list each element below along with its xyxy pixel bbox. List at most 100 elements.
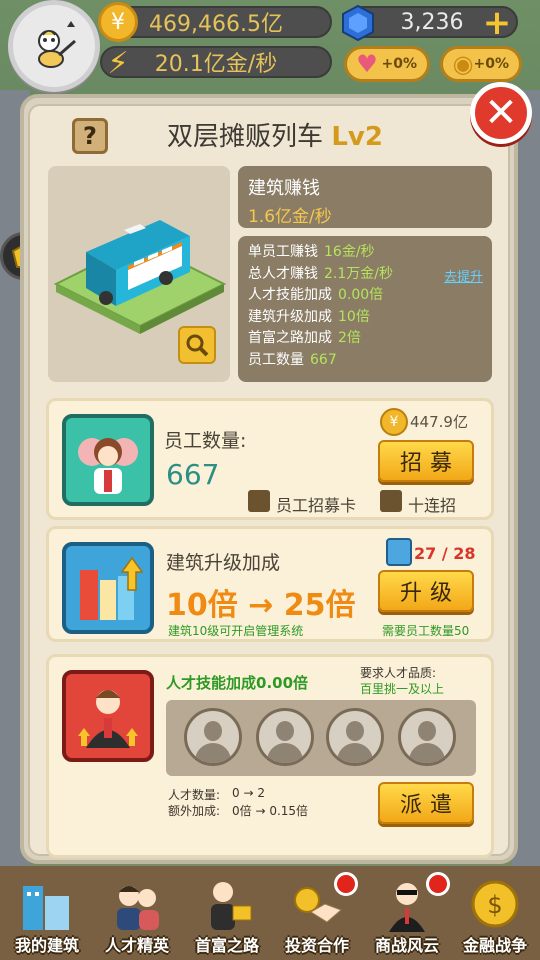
- earnings-value: 1.6亿金/秒: [248, 207, 332, 227]
- road-icon: [190, 874, 264, 934]
- stat-label: 建筑升级加成: [248, 308, 332, 325]
- person-placeholder-icon: [418, 721, 436, 741]
- stat-label: 人才技能加成: [248, 287, 332, 303]
- stat-row: 首富之路加成 2倍: [248, 328, 482, 350]
- nav-label: 我的建筑: [14, 936, 79, 955]
- employee-count-label: 员工数量:: [164, 430, 247, 452]
- stat-value: 0.00倍: [338, 287, 384, 303]
- upgrade-button[interactable]: 升级: [378, 570, 474, 612]
- notification-badge: [334, 872, 358, 896]
- upgrade-bonus-value: 10倍 → 25倍: [166, 588, 356, 623]
- building-earnings: 建筑赚钱 1.6亿金/秒: [238, 166, 492, 228]
- heart-boost-text: +0%: [381, 56, 418, 72]
- recruit-card-checkbox[interactable]: [248, 490, 270, 512]
- stat-value: 667: [310, 351, 337, 368]
- person-placeholder-body: [337, 743, 373, 763]
- nav-label: 商战风云: [374, 936, 439, 955]
- talent-slot[interactable]: [256, 708, 314, 766]
- extra-bonus-label: 额外加成:: [168, 804, 221, 818]
- recruit-card-label: 员工招募卡: [276, 496, 357, 515]
- guitar-player-icon: [38, 21, 76, 68]
- talent-requirement-value: 百里挑一及以上: [360, 682, 445, 696]
- player-avatar[interactable]: [8, 0, 100, 92]
- nav-label: 首富之路: [194, 936, 259, 955]
- zoom-button[interactable]: [178, 326, 216, 364]
- coin-icon: ¥: [98, 2, 138, 42]
- heart-boost[interactable]: ♥ +0%: [344, 46, 430, 82]
- income-rate-text: 20.1亿金/秒: [154, 52, 278, 77]
- talent-requirement-label: 要求人才品质:: [360, 666, 437, 680]
- talent-slot[interactable]: [184, 708, 242, 766]
- talent-icon: [100, 874, 174, 934]
- person-placeholder-body: [409, 743, 445, 763]
- stat-label: 单员工赚钱: [248, 244, 318, 260]
- gem-balance-text: 3,236: [400, 9, 464, 35]
- stat-label: 员工数量: [248, 351, 304, 368]
- earnings-title: 建筑赚钱: [248, 178, 320, 199]
- stat-label: 总人才赚钱: [248, 265, 318, 282]
- building-icon: [10, 874, 84, 934]
- coin-balance-text: 469,466.5亿: [149, 12, 283, 37]
- gem-icon: [340, 4, 376, 42]
- person-placeholder-icon: [276, 721, 294, 741]
- stat-row: 建筑升级加成 10倍: [248, 307, 482, 329]
- notification-badge: [426, 872, 450, 896]
- heart-icon: ♥: [356, 50, 378, 78]
- upgrade-hint: 建筑10级可开启管理系统: [168, 624, 304, 638]
- talent-slot[interactable]: [326, 708, 384, 766]
- promote-link[interactable]: 去提升: [444, 266, 483, 285]
- stats-list: 单员工赚钱 16金/秒 总人才赚钱 2.1万金/秒 人才技能加成 0.00倍 建筑升级…: [238, 236, 492, 382]
- person-placeholder-body: [267, 743, 303, 763]
- person-placeholder-icon: [346, 721, 364, 741]
- stat-value: 2.1万金/秒: [324, 265, 393, 282]
- nav-my-buildings[interactable]: 我的建筑: [2, 870, 92, 958]
- coin-boost[interactable]: ◉ +0%: [440, 46, 522, 82]
- upgrade-bonus-label: 建筑升级加成: [166, 552, 281, 574]
- coin-stack-icon: ◉: [452, 50, 474, 78]
- help-button[interactable]: ?: [72, 118, 108, 154]
- stat-value: 16金/秒: [324, 244, 375, 260]
- coin-icon: ¥: [380, 408, 408, 436]
- building-level: Lv2: [331, 122, 383, 152]
- person-placeholder-icon: [204, 721, 222, 741]
- dispatch-button[interactable]: 派遣: [378, 782, 474, 824]
- stat-row: 单员工赚钱 16金/秒: [248, 242, 482, 264]
- blueprint-icon: [386, 538, 412, 566]
- ten-pull-checkbox[interactable]: [380, 490, 402, 512]
- ten-pull-label: 十连招: [408, 496, 457, 515]
- nav-richest-road[interactable]: 首富之路: [182, 870, 272, 958]
- close-button[interactable]: ✕: [470, 82, 532, 144]
- stat-value: 10倍: [338, 308, 370, 325]
- recruit-button[interactable]: 招募: [378, 440, 474, 482]
- finance-icon: $: [458, 874, 532, 934]
- recruit-cost: 447.9亿: [410, 413, 468, 431]
- employee-icon: [62, 414, 154, 506]
- nav-investment[interactable]: 投资合作: [272, 870, 362, 958]
- building-name: 双层摊贩列车: [167, 122, 324, 152]
- stat-row: 员工数量 667: [248, 350, 482, 372]
- nav-label: 金融战争: [462, 936, 527, 955]
- upgrade-progress: 27 / 28: [414, 544, 476, 563]
- extra-bonus-value: 0倍 → 0.15倍: [232, 804, 309, 818]
- nav-business-war[interactable]: 商战风云: [362, 870, 452, 958]
- nav-talent[interactable]: 人才精英: [92, 870, 182, 958]
- talent-slot[interactable]: [398, 708, 456, 766]
- talent-skill-bonus: 人才技能加成0.00倍: [166, 674, 309, 692]
- svg-text:$: $: [487, 891, 502, 919]
- add-gems-button[interactable]: +: [482, 3, 512, 43]
- magnifier-icon: [186, 334, 209, 357]
- talent-boost-icon: [62, 670, 154, 762]
- employee-requirement: 需要员工数量50: [382, 624, 470, 638]
- stat-row: 人才技能加成 0.00倍: [248, 285, 482, 307]
- stat-value: 2倍: [338, 330, 361, 346]
- nav-finance-war[interactable]: $ 金融战争: [450, 870, 540, 958]
- talent-count-label: 人才数量:: [168, 788, 221, 802]
- employee-count-value: 667: [166, 458, 220, 491]
- talent-count-value: 0 → 2: [232, 786, 265, 800]
- page-title: 双层摊贩列车 Lv2: [120, 116, 430, 153]
- stat-label: 首富之路加成: [248, 330, 332, 346]
- lightning-icon: ⚡: [107, 45, 129, 81]
- person-placeholder-body: [195, 743, 231, 763]
- building-upgrade-icon: [62, 542, 154, 634]
- nav-label: 人才精英: [104, 936, 169, 955]
